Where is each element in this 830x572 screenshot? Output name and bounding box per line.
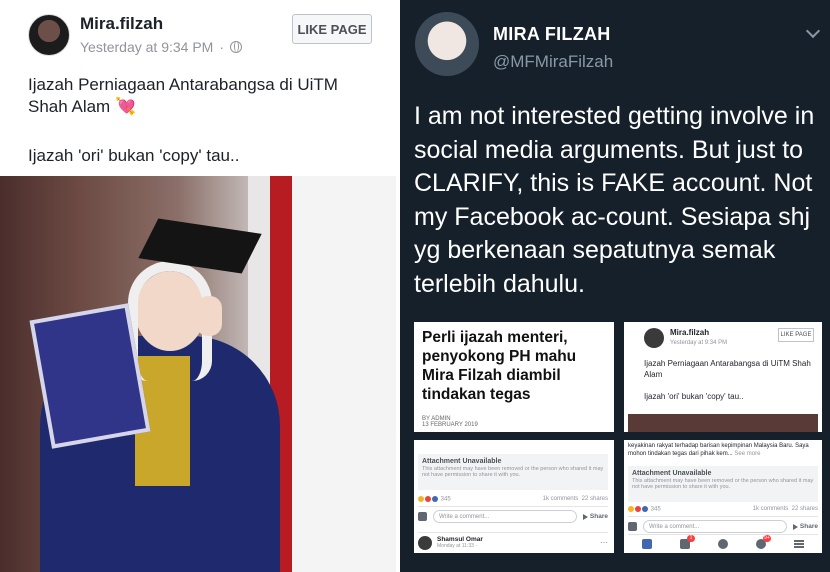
post-snippet: keyakinan rakyat terhadap barisan kepimp… bbox=[628, 442, 818, 458]
share-icon bbox=[792, 523, 798, 530]
like-reaction-icon bbox=[642, 506, 648, 512]
commenter-name: Shamsul Omar bbox=[437, 536, 483, 543]
post-photo bbox=[628, 414, 818, 432]
notification-badge: 9+ bbox=[763, 534, 771, 542]
post-snippet-text: keyakinan rakyat terhadap barisan kepimp… bbox=[628, 443, 809, 457]
comment-count: 1k comments bbox=[752, 506, 789, 512]
heart-emoji: 💘 bbox=[114, 97, 137, 116]
avatar bbox=[644, 328, 664, 348]
commenter-info: Shamsul Omar Monday at 11:33 · bbox=[437, 536, 483, 549]
share-count: 22 shares bbox=[791, 506, 818, 512]
facebook-post-header: Mira.filzah Yesterday at 9:34 PM · LIKE … bbox=[0, 0, 396, 172]
groups-icon: 1 bbox=[680, 534, 695, 549]
photo-background bbox=[292, 176, 396, 572]
page-name[interactable]: Mira.filzah bbox=[80, 14, 163, 34]
like-page-button: LIKE PAGE bbox=[778, 328, 814, 342]
action-row: Write a comment... Share bbox=[418, 506, 608, 526]
reaction-count-wrap: 345 bbox=[418, 496, 451, 503]
reaction-count: 345 bbox=[440, 496, 451, 503]
post-text-line1: Ijazah Perniagaan Antarabangsa di UiTM S… bbox=[28, 75, 338, 116]
avatar bbox=[418, 535, 432, 550]
attachment-unavailable-box: Attachment Unavailable This attachment m… bbox=[628, 466, 818, 502]
tweet-author-handle[interactable]: @MFMiraFilzah bbox=[493, 52, 613, 72]
post-meta: Yesterday at 9:34 PM · bbox=[80, 39, 243, 55]
attachment-screenshot-left[interactable]: Attachment Unavailable This attachment m… bbox=[414, 440, 614, 553]
share-button: Share bbox=[582, 513, 608, 520]
home-icon bbox=[642, 538, 652, 549]
peace-sign-hand bbox=[196, 296, 222, 336]
comment-share-counts: 1k comments 22 shares bbox=[753, 506, 818, 513]
like-icon bbox=[628, 522, 637, 531]
commenter-meta: Monday at 11:33 · bbox=[437, 543, 477, 549]
see-more-link: See more bbox=[734, 451, 761, 457]
attachment-screenshot-right[interactable]: keyakinan rakyat terhadap barisan kepimp… bbox=[624, 440, 822, 553]
angry-reaction-icon bbox=[635, 506, 641, 512]
attachment-desc: This attachment may have been removed or… bbox=[632, 478, 814, 490]
avatar[interactable] bbox=[415, 12, 479, 76]
avatar[interactable] bbox=[28, 14, 70, 56]
news-headline: Perli ijazah menteri, penyokong PH mahu … bbox=[422, 329, 577, 403]
more-options-icon: ··· bbox=[600, 538, 608, 547]
notification-badge: 1 bbox=[687, 534, 695, 542]
share-label: Share bbox=[799, 523, 818, 530]
chevron-down-icon[interactable] bbox=[805, 23, 821, 39]
bell-icon: 9+ bbox=[756, 534, 771, 549]
post-text-line1: Ijazah Perniagaan Antarabangsa di UiTM S… bbox=[644, 359, 811, 379]
profile-icon bbox=[718, 538, 728, 549]
like-icon bbox=[418, 512, 427, 521]
post-text-line2: Ijazah 'ori' bukan 'copy' tau.. bbox=[28, 146, 240, 165]
share-icon bbox=[582, 513, 588, 520]
graduation-photo[interactable] bbox=[0, 176, 396, 572]
post-timestamp: Yesterday at 9:34 PM bbox=[670, 340, 728, 346]
post-text: Ijazah Perniagaan Antarabangsa di UiTM S… bbox=[28, 74, 378, 118]
mobile-bottom-nav: 1 9+ bbox=[628, 534, 818, 552]
attachment-desc: This attachment may have been removed or… bbox=[422, 466, 604, 478]
comment-count: 1k comments bbox=[542, 496, 579, 502]
attachment-title: Attachment Unavailable bbox=[422, 458, 502, 465]
comment-share-counts: 1k comments 22 shares bbox=[543, 496, 608, 503]
share-button: Share bbox=[792, 523, 818, 530]
attachment-unavailable-box: Attachment Unavailable This attachment m… bbox=[418, 454, 608, 490]
angry-reaction-icon bbox=[425, 496, 431, 502]
attachment-title: Attachment Unavailable bbox=[632, 470, 712, 477]
fb-post-screenshot[interactable]: Mira.filzah Yesterday at 9:34 PM LIKE PA… bbox=[624, 322, 822, 432]
globe-icon bbox=[230, 41, 243, 53]
reaction-count: 345 bbox=[650, 506, 661, 513]
tweet-text: I am not interested getting involve in s… bbox=[414, 102, 815, 298]
page-name: Mira.filzah bbox=[670, 328, 710, 337]
facebook-post: Mira.filzah Yesterday at 9:34 PM · LIKE … bbox=[0, 0, 396, 572]
haha-reaction-icon bbox=[418, 496, 424, 502]
reaction-row: 345 1k comments 22 shares bbox=[628, 506, 818, 513]
meta-separator: · bbox=[219, 39, 225, 55]
action-row: Write a comment... Share bbox=[628, 516, 818, 536]
like-reaction-icon bbox=[432, 496, 438, 502]
comment-input: Write a comment... bbox=[433, 510, 577, 523]
post-timestamp[interactable]: Yesterday at 9:34 PM bbox=[80, 39, 213, 55]
tweet-author-name[interactable]: MIRA FILZAH bbox=[493, 24, 611, 45]
comment-row: Shamsul Omar Monday at 11:33 · ··· bbox=[418, 532, 608, 552]
post-text-line2: Ijazah 'ori' bukan 'copy' tau.. bbox=[644, 392, 744, 401]
reaction-row: 345 1k comments 22 shares bbox=[418, 496, 608, 503]
news-screenshot[interactable]: Perli ijazah menteri, penyokong PH mahu … bbox=[414, 322, 614, 432]
comment-input: Write a comment... bbox=[643, 520, 787, 533]
share-label: Share bbox=[589, 513, 608, 520]
haha-reaction-icon bbox=[628, 506, 634, 512]
news-date: 13 FEBRUARY 2019 bbox=[422, 422, 478, 428]
reaction-count-wrap: 345 bbox=[628, 506, 661, 513]
share-count: 22 shares bbox=[581, 496, 608, 502]
like-page-button[interactable]: LIKE PAGE bbox=[292, 14, 372, 44]
menu-icon bbox=[794, 539, 804, 548]
